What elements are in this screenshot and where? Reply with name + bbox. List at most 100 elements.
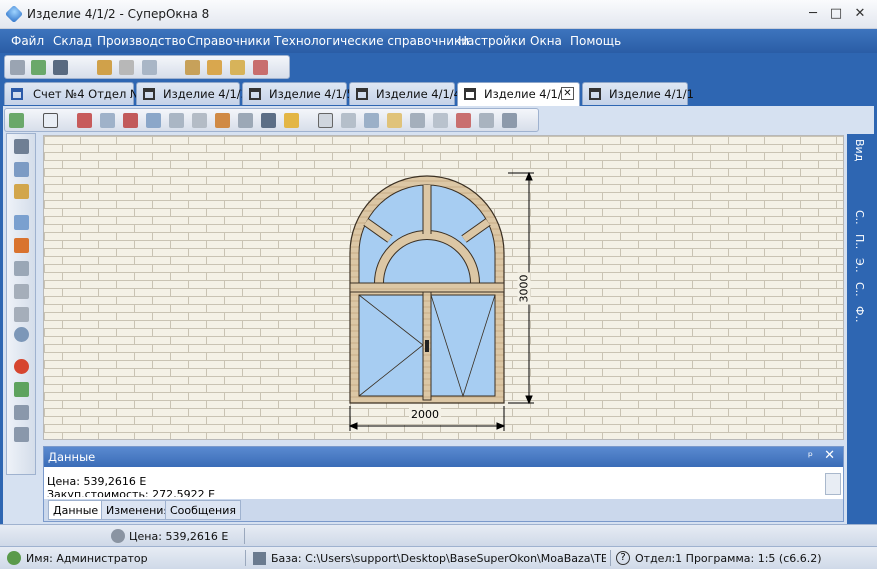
tab-messages[interactable]: Сообщения xyxy=(165,500,242,520)
tab-label: Счет №4 Отдел №1 xyxy=(33,87,150,101)
gothic-icon[interactable] xyxy=(387,113,402,128)
undo-icon[interactable] xyxy=(14,284,29,299)
window-icon xyxy=(356,88,368,100)
menu-production[interactable]: Производство xyxy=(97,34,186,48)
doc-icon[interactable] xyxy=(14,405,29,420)
data-panel: Данные ᵖ ✕ Цена: 539,2616 Е Закуп.стоимо… xyxy=(43,446,844,522)
open-sash-icon[interactable] xyxy=(169,113,184,128)
tab-label: Изделие 4/1/3 xyxy=(163,87,248,101)
close-panel-button[interactable]: ✕ xyxy=(824,448,835,463)
pin-icon[interactable]: ᵖ xyxy=(808,449,813,463)
side-tab-2[interactable]: П.. xyxy=(853,234,866,249)
window-icon xyxy=(464,88,476,100)
measure-icon[interactable] xyxy=(14,359,29,374)
report-icon[interactable] xyxy=(14,427,29,442)
side-tab-3[interactable]: Э.. xyxy=(853,258,866,273)
table-icon[interactable] xyxy=(433,113,448,128)
window-product[interactable] xyxy=(349,175,505,404)
materials-icon[interactable] xyxy=(142,60,157,75)
title-bar: Изделие 4/1/2 - СуперОкна 8 ─ □ ✕ xyxy=(0,0,877,29)
menu-help[interactable]: Помощь xyxy=(570,34,621,48)
menu-references[interactable]: Справочники xyxy=(187,34,270,48)
height-dimension[interactable]: 3000 xyxy=(517,272,531,305)
restore-button[interactable]: □ xyxy=(827,6,845,22)
list-icon[interactable] xyxy=(119,60,134,75)
redo-icon[interactable] xyxy=(14,307,29,322)
tab-invoice[interactable]: Счет №4 Отдел №1 xyxy=(4,82,149,105)
copy-icon[interactable] xyxy=(14,162,29,177)
data-panel-header: Данные ᵖ ✕ xyxy=(44,447,843,467)
tab-label: Изделие 4/1/5 xyxy=(269,87,354,101)
tab-item-4-1-4[interactable]: Изделие 4/1/4 xyxy=(349,82,461,105)
tab-item-4-1-2[interactable]: Изделие 4/1/2 ✕ xyxy=(457,82,580,106)
add-doc-icon[interactable] xyxy=(31,60,46,75)
catalog-icon[interactable] xyxy=(185,60,200,75)
templates-icon[interactable] xyxy=(230,60,245,75)
user-icon xyxy=(7,551,21,565)
columns-icon[interactable] xyxy=(261,113,276,128)
minimize-button[interactable]: ─ xyxy=(804,6,822,22)
new-doc-icon[interactable] xyxy=(10,60,25,75)
menu-warehouse[interactable]: Склад xyxy=(53,34,92,48)
orders-icon[interactable] xyxy=(207,60,222,75)
print-icon[interactable] xyxy=(53,60,68,75)
side-tab-4[interactable]: С.. xyxy=(853,282,866,297)
properties-icon[interactable] xyxy=(14,184,29,199)
side-tab-1[interactable]: С.. xyxy=(853,210,866,225)
app-window: Изделие 4/1/2 - СуперОкна 8 ─ □ ✕ Файл С… xyxy=(0,0,877,569)
reports-icon[interactable] xyxy=(253,60,268,75)
tab-changes[interactable]: Изменения xyxy=(101,500,176,520)
add-detail-icon[interactable] xyxy=(14,382,29,397)
mullion-icon[interactable] xyxy=(238,113,253,128)
menu-windows[interactable]: Окна xyxy=(530,34,562,48)
production-icon[interactable] xyxy=(97,60,112,75)
layout-icon[interactable] xyxy=(410,113,425,128)
width-dimension[interactable]: 2000 xyxy=(409,408,441,421)
tab-item-4-1-5[interactable]: Изделие 4/1/5 xyxy=(242,82,354,105)
drawing-canvas[interactable]: 2000 3000 xyxy=(43,135,844,440)
app-logo-icon xyxy=(4,4,24,24)
side-tab-5[interactable]: Ф.. xyxy=(853,306,866,322)
add-element-icon[interactable] xyxy=(9,113,24,128)
tab-item-4-1-3[interactable]: Изделие 4/1/3 xyxy=(136,82,248,105)
zoom-icon[interactable] xyxy=(14,327,29,342)
color-icon[interactable] xyxy=(14,238,29,253)
shape-icon[interactable] xyxy=(318,113,333,128)
split-icon[interactable] xyxy=(215,113,230,128)
sections-icon[interactable] xyxy=(502,113,517,128)
status-db-path: База: C:\Users\support\Desktop\BaseSuper… xyxy=(271,552,606,565)
side-tab-view[interactable]: Вид xyxy=(853,139,866,161)
price-line: Цена: 539,2616 Е xyxy=(47,475,147,488)
handle-icon[interactable] xyxy=(192,113,207,128)
invoice-icon xyxy=(11,88,23,100)
menu-tech-references[interactable]: Технологические справочники xyxy=(274,34,469,48)
data-panel-scrollbar[interactable] xyxy=(825,473,841,495)
save-icon[interactable] xyxy=(14,139,29,154)
arch-icon[interactable] xyxy=(341,113,356,128)
separator xyxy=(244,528,245,544)
status-price: Цена: 539,2616 Е xyxy=(129,530,229,543)
grid-icon[interactable] xyxy=(479,113,494,128)
tab-label: Изделие 4/1/1 xyxy=(609,87,694,101)
arch-sash-icon[interactable] xyxy=(364,113,379,128)
window-title: Изделие 4/1/2 - СуперОкна 8 xyxy=(27,7,210,21)
info-icon[interactable] xyxy=(14,215,29,230)
main-toolbar xyxy=(4,55,290,79)
remove-impost-icon[interactable] xyxy=(123,113,138,128)
close-tab-button[interactable]: ✕ xyxy=(561,87,574,100)
close-window-button[interactable]: ✕ xyxy=(851,6,869,22)
delete-icon[interactable] xyxy=(77,113,92,128)
edit-icon[interactable] xyxy=(284,113,299,128)
status-info: Отдел:1 Программа: 1:5 (c6.6.2) xyxy=(635,552,822,565)
editor-toolbar xyxy=(4,108,539,132)
frame-icon[interactable] xyxy=(43,113,58,128)
tab-item-4-1-1[interactable]: Изделие 4/1/1 xyxy=(582,82,694,105)
sash-icon[interactable] xyxy=(146,113,161,128)
remove-row-icon[interactable] xyxy=(456,113,471,128)
menu-file[interactable]: Файл xyxy=(11,34,44,48)
menu-settings[interactable]: Настройки xyxy=(458,34,526,48)
move-icon[interactable] xyxy=(14,261,29,276)
menu-bar: Файл Склад Производство Справочники Техн… xyxy=(0,29,877,53)
tab-data[interactable]: Данные xyxy=(48,500,104,520)
impost-icon[interactable] xyxy=(100,113,115,128)
